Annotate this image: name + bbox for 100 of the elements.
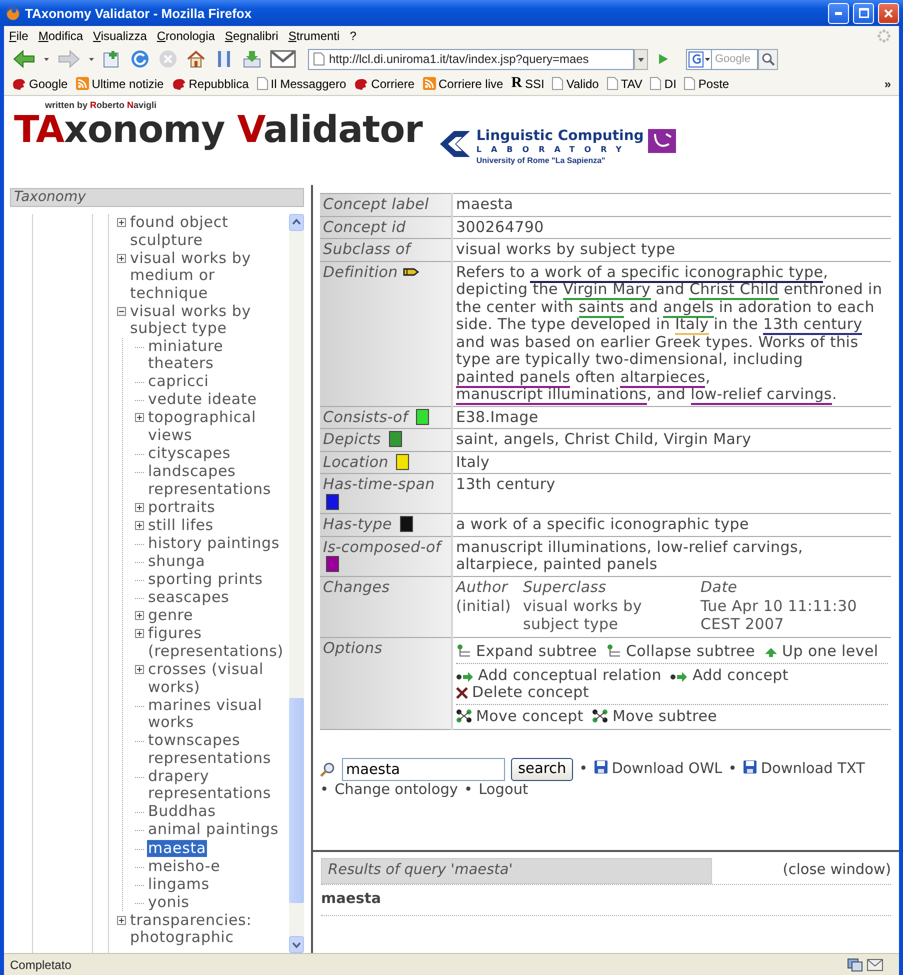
tree-item[interactable]: Buddhas bbox=[147, 803, 217, 821]
bookmark-link[interactable]: Poste bbox=[684, 76, 730, 90]
minus-box-icon[interactable] bbox=[117, 306, 126, 316]
tree-icon[interactable] bbox=[456, 644, 472, 658]
tree-icon[interactable] bbox=[606, 644, 622, 658]
tree-item[interactable]: maesta bbox=[147, 840, 208, 858]
tree-item[interactable]: capricci bbox=[147, 373, 210, 391]
search-engine-icon[interactable] bbox=[686, 48, 712, 70]
plus-box-icon[interactable] bbox=[135, 611, 144, 620]
tree-item[interactable]: portraits bbox=[147, 498, 216, 516]
tree-item[interactable]: animal paintings bbox=[147, 821, 280, 839]
move-icon[interactable] bbox=[456, 708, 472, 722]
term-link[interactable]: altarpieces bbox=[620, 368, 706, 388]
tree-item[interactable]: drapery representations bbox=[147, 768, 289, 803]
reload-icon[interactable] bbox=[130, 49, 150, 69]
home-icon[interactable] bbox=[186, 49, 206, 69]
mail-icon[interactable] bbox=[270, 49, 296, 69]
bookmark-link[interactable]: Valido bbox=[552, 76, 599, 90]
option-link[interactable]: Expand subtree bbox=[456, 643, 597, 660]
tree-item[interactable]: history paintings bbox=[147, 534, 281, 552]
option-link[interactable]: Collapse subtree bbox=[606, 643, 756, 660]
option-link[interactable]: Delete concept bbox=[456, 684, 589, 702]
bookmark-link[interactable]: Corriere bbox=[354, 76, 414, 90]
option-link[interactable]: Add concept bbox=[670, 666, 789, 684]
term-link[interactable]: Christ Child bbox=[689, 280, 779, 300]
text-link[interactable]: Download TXT bbox=[742, 760, 865, 779]
menu-item[interactable]: File bbox=[4, 29, 34, 43]
pencil-icon[interactable] bbox=[402, 266, 419, 276]
move-icon[interactable] bbox=[592, 708, 608, 722]
option-link[interactable]: Move concept bbox=[456, 708, 584, 725]
plus-box-icon[interactable] bbox=[117, 254, 126, 263]
tree-item[interactable]: cityscapes bbox=[147, 445, 232, 463]
term-link[interactable]: Italy bbox=[675, 315, 709, 335]
tree-item[interactable]: vedute ideate bbox=[147, 391, 258, 409]
address-field[interactable]: http://lcl.di.uniroma1.it/tav/index.jsp?query=maes bbox=[308, 48, 634, 70]
caret-icon[interactable] bbox=[44, 58, 49, 60]
scrollbar[interactable] bbox=[289, 214, 304, 953]
tree-item[interactable]: yonis bbox=[147, 894, 190, 912]
menu-item[interactable]: Cronologia bbox=[152, 29, 220, 43]
plus-box-icon[interactable] bbox=[135, 413, 144, 422]
tree-item[interactable]: figures (representations) bbox=[147, 625, 289, 660]
text-link[interactable]: Download OWL bbox=[594, 760, 722, 779]
menu-item[interactable]: ? bbox=[344, 29, 362, 43]
maximize-button[interactable] bbox=[853, 2, 874, 24]
term-link[interactable]: Virgin Mary bbox=[563, 280, 651, 300]
search-field[interactable]: Google bbox=[712, 48, 758, 70]
tree-item[interactable]: crosses (visual works) bbox=[147, 661, 289, 696]
term-link[interactable]: painted panels bbox=[456, 368, 570, 388]
search-button[interactable]: search bbox=[511, 758, 574, 781]
option-link[interactable]: Move subtree bbox=[592, 708, 718, 725]
tree-item[interactable]: sporting prints bbox=[147, 571, 264, 589]
plus-box-icon[interactable] bbox=[117, 218, 126, 227]
bookmark-link[interactable]: Corriere live bbox=[422, 76, 504, 90]
menu-item[interactable]: Visualizza bbox=[88, 29, 152, 43]
term-link[interactable]: low-relief carvings bbox=[690, 385, 832, 405]
bookmark-link[interactable]: DI bbox=[650, 76, 676, 90]
plus-box-icon[interactable] bbox=[135, 520, 144, 530]
bookmark-link[interactable]: Ultime notizie bbox=[76, 76, 164, 90]
plus-box-icon[interactable] bbox=[135, 629, 144, 638]
term-link[interactable]: 13th century bbox=[763, 315, 862, 335]
term-link[interactable]: angels bbox=[663, 298, 714, 318]
bookmark-link[interactable]: Repubblica bbox=[172, 76, 249, 90]
term-link[interactable]: a work of a specific iconographic type bbox=[530, 262, 824, 282]
search-icon[interactable] bbox=[758, 48, 778, 70]
minimize-button[interactable] bbox=[828, 2, 849, 24]
plus-box-icon[interactable] bbox=[135, 502, 144, 512]
menu-item[interactable]: Modifica bbox=[33, 29, 88, 43]
download-icon[interactable] bbox=[242, 49, 262, 69]
tree-item[interactable]: seascapes bbox=[147, 589, 230, 607]
plus-box-icon[interactable] bbox=[135, 665, 144, 674]
tree-item[interactable]: genre bbox=[147, 607, 194, 625]
caret-icon[interactable] bbox=[89, 58, 94, 60]
tree-item[interactable]: shunga bbox=[147, 553, 206, 571]
option-link[interactable]: Up one level bbox=[764, 643, 878, 660]
option-link[interactable]: Add conceptual relation bbox=[456, 666, 662, 684]
menu-item[interactable]: Strumenti bbox=[283, 29, 345, 43]
tree-item[interactable]: lingams bbox=[147, 876, 210, 894]
add-arrow-icon[interactable] bbox=[670, 670, 688, 682]
term-link[interactable]: manuscript illuminations bbox=[456, 385, 647, 405]
bookmark-link[interactable]: Google bbox=[12, 76, 68, 90]
plus-box-icon[interactable] bbox=[117, 916, 126, 925]
overflow-chevron[interactable]: » bbox=[884, 76, 891, 90]
tree-item[interactable]: meisho-e bbox=[147, 858, 222, 876]
back-icon[interactable] bbox=[12, 49, 36, 69]
tree-item[interactable]: still lifes bbox=[147, 516, 214, 534]
text-link[interactable]: Change ontology bbox=[334, 781, 458, 800]
term-link[interactable]: saints bbox=[578, 298, 624, 318]
delete-icon[interactable] bbox=[456, 687, 468, 699]
bookmark-link[interactable]: TAV bbox=[606, 76, 642, 90]
close-link[interactable]: (close window) bbox=[782, 860, 891, 882]
menu-item[interactable]: Segnalibri bbox=[220, 29, 284, 43]
go-icon[interactable] bbox=[656, 52, 670, 66]
bookmark-link[interactable]: R SSI bbox=[511, 76, 544, 91]
dropdown-icon[interactable] bbox=[634, 48, 648, 70]
tree-item[interactable]: transparencies: photographic bbox=[129, 912, 289, 947]
result-link[interactable]: maesta bbox=[321, 890, 382, 907]
search-field[interactable]: maesta bbox=[342, 758, 505, 781]
add-arrow-icon[interactable] bbox=[456, 670, 474, 682]
up-arrow-icon[interactable] bbox=[764, 646, 778, 658]
bookmark-link[interactable]: Il Messaggero bbox=[256, 76, 346, 90]
